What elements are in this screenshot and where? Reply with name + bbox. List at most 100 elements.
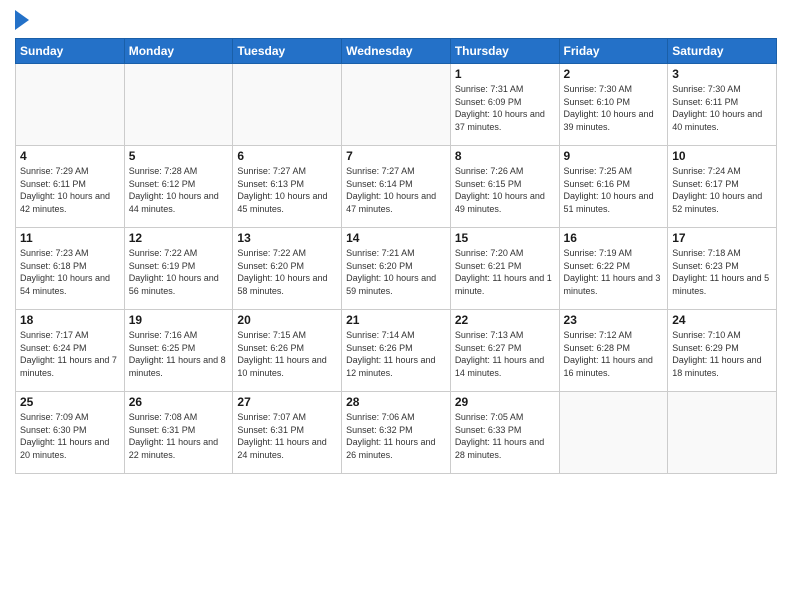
day-number: 8 bbox=[455, 149, 555, 163]
day-number: 13 bbox=[237, 231, 337, 245]
day-number: 14 bbox=[346, 231, 446, 245]
day-info: Sunrise: 7:22 AM Sunset: 6:19 PM Dayligh… bbox=[129, 247, 229, 297]
day-number: 22 bbox=[455, 313, 555, 327]
day-info: Sunrise: 7:22 AM Sunset: 6:20 PM Dayligh… bbox=[237, 247, 337, 297]
day-number: 4 bbox=[20, 149, 120, 163]
calendar-week-1: 1 Sunrise: 7:31 AM Sunset: 6:09 PM Daylig… bbox=[16, 64, 777, 146]
calendar-cell: 18 Sunrise: 7:17 AM Sunset: 6:24 PM Dayli… bbox=[16, 310, 125, 392]
day-number: 17 bbox=[672, 231, 772, 245]
day-number: 9 bbox=[564, 149, 664, 163]
day-info: Sunrise: 7:08 AM Sunset: 6:31 PM Dayligh… bbox=[129, 411, 229, 461]
calendar-cell: 16 Sunrise: 7:19 AM Sunset: 6:22 PM Dayli… bbox=[559, 228, 668, 310]
calendar-cell: 26 Sunrise: 7:08 AM Sunset: 6:31 PM Dayli… bbox=[124, 392, 233, 474]
calendar-cell bbox=[16, 64, 125, 146]
day-number: 18 bbox=[20, 313, 120, 327]
calendar-body: 1 Sunrise: 7:31 AM Sunset: 6:09 PM Daylig… bbox=[16, 64, 777, 474]
calendar-week-2: 4 Sunrise: 7:29 AM Sunset: 6:11 PM Daylig… bbox=[16, 146, 777, 228]
calendar-cell bbox=[668, 392, 777, 474]
day-info: Sunrise: 7:31 AM Sunset: 6:09 PM Dayligh… bbox=[455, 83, 555, 133]
weekday-header-tuesday: Tuesday bbox=[233, 39, 342, 64]
calendar-cell: 8 Sunrise: 7:26 AM Sunset: 6:15 PM Daylig… bbox=[450, 146, 559, 228]
calendar-cell bbox=[124, 64, 233, 146]
day-number: 27 bbox=[237, 395, 337, 409]
day-info: Sunrise: 7:09 AM Sunset: 6:30 PM Dayligh… bbox=[20, 411, 120, 461]
day-info: Sunrise: 7:27 AM Sunset: 6:14 PM Dayligh… bbox=[346, 165, 446, 215]
day-number: 25 bbox=[20, 395, 120, 409]
logo-icon bbox=[15, 10, 29, 30]
calendar-cell: 27Sunrise: 7:07 AM Sunset: 6:31 PM Dayli… bbox=[233, 392, 342, 474]
day-info: Sunrise: 7:26 AM Sunset: 6:15 PM Dayligh… bbox=[455, 165, 555, 215]
day-info: Sunrise: 7:21 AM Sunset: 6:20 PM Dayligh… bbox=[346, 247, 446, 297]
calendar-cell bbox=[233, 64, 342, 146]
day-number: 16 bbox=[564, 231, 664, 245]
calendar-cell: 21Sunrise: 7:14 AM Sunset: 6:26 PM Dayli… bbox=[342, 310, 451, 392]
day-info: Sunrise: 7:15 AM Sunset: 6:26 PM Dayligh… bbox=[237, 329, 337, 379]
day-number: 21 bbox=[346, 313, 446, 327]
day-info: Sunrise: 7:30 AM Sunset: 6:11 PM Dayligh… bbox=[672, 83, 772, 133]
day-number: 15 bbox=[455, 231, 555, 245]
day-info: Sunrise: 7:29 AM Sunset: 6:11 PM Dayligh… bbox=[20, 165, 120, 215]
calendar-cell bbox=[559, 392, 668, 474]
day-number: 29 bbox=[455, 395, 555, 409]
calendar-cell: 5 Sunrise: 7:28 AM Sunset: 6:12 PM Daylig… bbox=[124, 146, 233, 228]
calendar-cell: 19 Sunrise: 7:16 AM Sunset: 6:25 PM Dayli… bbox=[124, 310, 233, 392]
day-number: 1 bbox=[455, 67, 555, 81]
calendar-cell: 9 Sunrise: 7:25 AM Sunset: 6:16 PM Daylig… bbox=[559, 146, 668, 228]
calendar-cell: 1 Sunrise: 7:31 AM Sunset: 6:09 PM Daylig… bbox=[450, 64, 559, 146]
calendar-week-3: 11 Sunrise: 7:23 AM Sunset: 6:18 PM Dayli… bbox=[16, 228, 777, 310]
calendar-cell: 28Sunrise: 7:06 AM Sunset: 6:32 PM Dayli… bbox=[342, 392, 451, 474]
page: SundayMondayTuesdayWednesdayThursdayFrid… bbox=[0, 0, 792, 612]
day-number: 24 bbox=[672, 313, 772, 327]
calendar-cell: 15 Sunrise: 7:20 AM Sunset: 6:21 PM Dayli… bbox=[450, 228, 559, 310]
day-info: Sunrise: 7:12 AM Sunset: 6:28 PM Dayligh… bbox=[564, 329, 664, 379]
day-number: 26 bbox=[129, 395, 229, 409]
day-number: 20 bbox=[237, 313, 337, 327]
day-number: 5 bbox=[129, 149, 229, 163]
day-number: 6 bbox=[237, 149, 337, 163]
day-info: Sunrise: 7:17 AM Sunset: 6:24 PM Dayligh… bbox=[20, 329, 120, 379]
calendar-cell: 29 Sunrise: 7:05 AM Sunset: 6:33 PM Dayli… bbox=[450, 392, 559, 474]
day-number: 10 bbox=[672, 149, 772, 163]
weekday-header-thursday: Thursday bbox=[450, 39, 559, 64]
calendar-cell: 14 Sunrise: 7:21 AM Sunset: 6:20 PM Dayli… bbox=[342, 228, 451, 310]
calendar-cell: 4 Sunrise: 7:29 AM Sunset: 6:11 PM Daylig… bbox=[16, 146, 125, 228]
day-number: 23 bbox=[564, 313, 664, 327]
header bbox=[15, 10, 777, 30]
day-number: 7 bbox=[346, 149, 446, 163]
calendar-header: SundayMondayTuesdayWednesdayThursdayFrid… bbox=[16, 39, 777, 64]
day-number: 12 bbox=[129, 231, 229, 245]
calendar-week-4: 18 Sunrise: 7:17 AM Sunset: 6:24 PM Dayli… bbox=[16, 310, 777, 392]
day-number: 3 bbox=[672, 67, 772, 81]
day-info: Sunrise: 7:28 AM Sunset: 6:12 PM Dayligh… bbox=[129, 165, 229, 215]
calendar-cell: 2 Sunrise: 7:30 AM Sunset: 6:10 PM Daylig… bbox=[559, 64, 668, 146]
day-number: 2 bbox=[564, 67, 664, 81]
day-info: Sunrise: 7:10 AM Sunset: 6:29 PM Dayligh… bbox=[672, 329, 772, 379]
day-number: 11 bbox=[20, 231, 120, 245]
calendar-table: SundayMondayTuesdayWednesdayThursdayFrid… bbox=[15, 38, 777, 474]
day-number: 19 bbox=[129, 313, 229, 327]
calendar-cell: 20 Sunrise: 7:15 AM Sunset: 6:26 PM Dayli… bbox=[233, 310, 342, 392]
day-info: Sunrise: 7:16 AM Sunset: 6:25 PM Dayligh… bbox=[129, 329, 229, 379]
calendar-cell: 10Sunrise: 7:24 AM Sunset: 6:17 PM Dayli… bbox=[668, 146, 777, 228]
logo-area bbox=[15, 10, 31, 30]
day-info: Sunrise: 7:05 AM Sunset: 6:33 PM Dayligh… bbox=[455, 411, 555, 461]
weekday-header-wednesday: Wednesday bbox=[342, 39, 451, 64]
day-info: Sunrise: 7:06 AM Sunset: 6:32 PM Dayligh… bbox=[346, 411, 446, 461]
calendar-cell: 12 Sunrise: 7:22 AM Sunset: 6:19 PM Dayli… bbox=[124, 228, 233, 310]
logo-wrapper bbox=[15, 10, 31, 30]
day-info: Sunrise: 7:30 AM Sunset: 6:10 PM Dayligh… bbox=[564, 83, 664, 133]
day-info: Sunrise: 7:19 AM Sunset: 6:22 PM Dayligh… bbox=[564, 247, 664, 297]
weekday-header-friday: Friday bbox=[559, 39, 668, 64]
day-info: Sunrise: 7:23 AM Sunset: 6:18 PM Dayligh… bbox=[20, 247, 120, 297]
calendar-week-5: 25 Sunrise: 7:09 AM Sunset: 6:30 PM Dayli… bbox=[16, 392, 777, 474]
calendar-cell: 25 Sunrise: 7:09 AM Sunset: 6:30 PM Dayli… bbox=[16, 392, 125, 474]
weekday-header-sunday: Sunday bbox=[16, 39, 125, 64]
day-info: Sunrise: 7:27 AM Sunset: 6:13 PM Dayligh… bbox=[237, 165, 337, 215]
calendar-cell: 22Sunrise: 7:13 AM Sunset: 6:27 PM Dayli… bbox=[450, 310, 559, 392]
calendar-cell: 7 Sunrise: 7:27 AM Sunset: 6:14 PM Daylig… bbox=[342, 146, 451, 228]
day-info: Sunrise: 7:25 AM Sunset: 6:16 PM Dayligh… bbox=[564, 165, 664, 215]
weekday-header-row: SundayMondayTuesdayWednesdayThursdayFrid… bbox=[16, 39, 777, 64]
calendar-cell: 17Sunrise: 7:18 AM Sunset: 6:23 PM Dayli… bbox=[668, 228, 777, 310]
day-info: Sunrise: 7:20 AM Sunset: 6:21 PM Dayligh… bbox=[455, 247, 555, 297]
calendar-cell: 13 Sunrise: 7:22 AM Sunset: 6:20 PM Dayli… bbox=[233, 228, 342, 310]
